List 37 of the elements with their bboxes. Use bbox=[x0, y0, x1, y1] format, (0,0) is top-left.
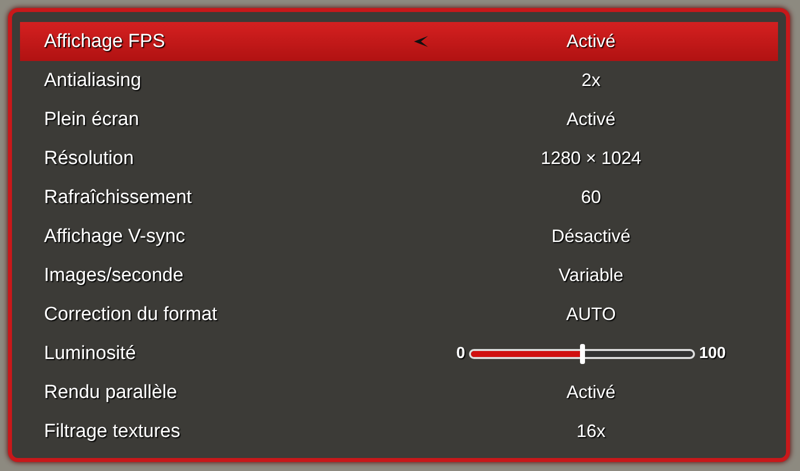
setting-value: Activé bbox=[566, 31, 616, 52]
setting-label: Affichage FPS bbox=[43, 30, 166, 52]
setting-label: Filtrage textures bbox=[43, 420, 182, 442]
setting-label: Affichage V-sync bbox=[43, 226, 186, 248]
setting-label: Antialiasing bbox=[43, 70, 142, 92]
slider-thumb[interactable] bbox=[580, 344, 586, 364]
setting-value: Variable bbox=[558, 265, 624, 286]
brightness-slider[interactable] bbox=[467, 344, 698, 364]
settings-row[interactable]: Affichage V-sync Désactivé bbox=[20, 217, 778, 256]
slider-max-label: 100 bbox=[699, 344, 726, 362]
setting-label: Correction du format bbox=[43, 304, 218, 326]
setting-value: 60 bbox=[580, 187, 602, 208]
slider-min-label: 0 bbox=[456, 344, 466, 362]
setting-value: Activé bbox=[566, 382, 616, 403]
setting-label: Résolution bbox=[43, 148, 135, 170]
setting-label: Plein écran bbox=[43, 108, 140, 130]
setting-value: Activé bbox=[566, 109, 616, 130]
setting-value: 2x bbox=[581, 70, 600, 91]
settings-row[interactable]: Rafraîchissement 60 bbox=[20, 178, 778, 217]
settings-row[interactable]: Correction du format AUTO bbox=[20, 295, 778, 334]
setting-label: Luminosité bbox=[43, 342, 137, 364]
setting-label: Images/seconde bbox=[43, 264, 184, 286]
setting-value: 1280 × 1024 bbox=[540, 148, 642, 169]
setting-label: Rendu parallèle bbox=[43, 382, 178, 404]
settings-row[interactable]: Résolution 1280 × 1024 bbox=[20, 139, 778, 178]
setting-value: Désactivé bbox=[551, 226, 631, 247]
setting-value: 16x bbox=[576, 421, 606, 442]
left-arrow-icon[interactable] bbox=[414, 36, 428, 47]
settings-row[interactable]: Luminosité 0 100 bbox=[20, 334, 778, 373]
settings-row[interactable]: Filtrage textures 16x bbox=[20, 412, 778, 451]
settings-row[interactable]: Plein écran Activé bbox=[20, 100, 778, 139]
settings-row[interactable]: Rendu parallèle Activé bbox=[20, 373, 778, 412]
settings-row[interactable]: Images/seconde Variable bbox=[20, 256, 778, 295]
setting-value: AUTO bbox=[566, 304, 616, 325]
setting-label: Rafraîchissement bbox=[43, 186, 193, 208]
settings-row[interactable]: Affichage FPS Activé bbox=[20, 22, 778, 61]
settings-row[interactable]: Antialiasing 2x bbox=[20, 61, 778, 100]
